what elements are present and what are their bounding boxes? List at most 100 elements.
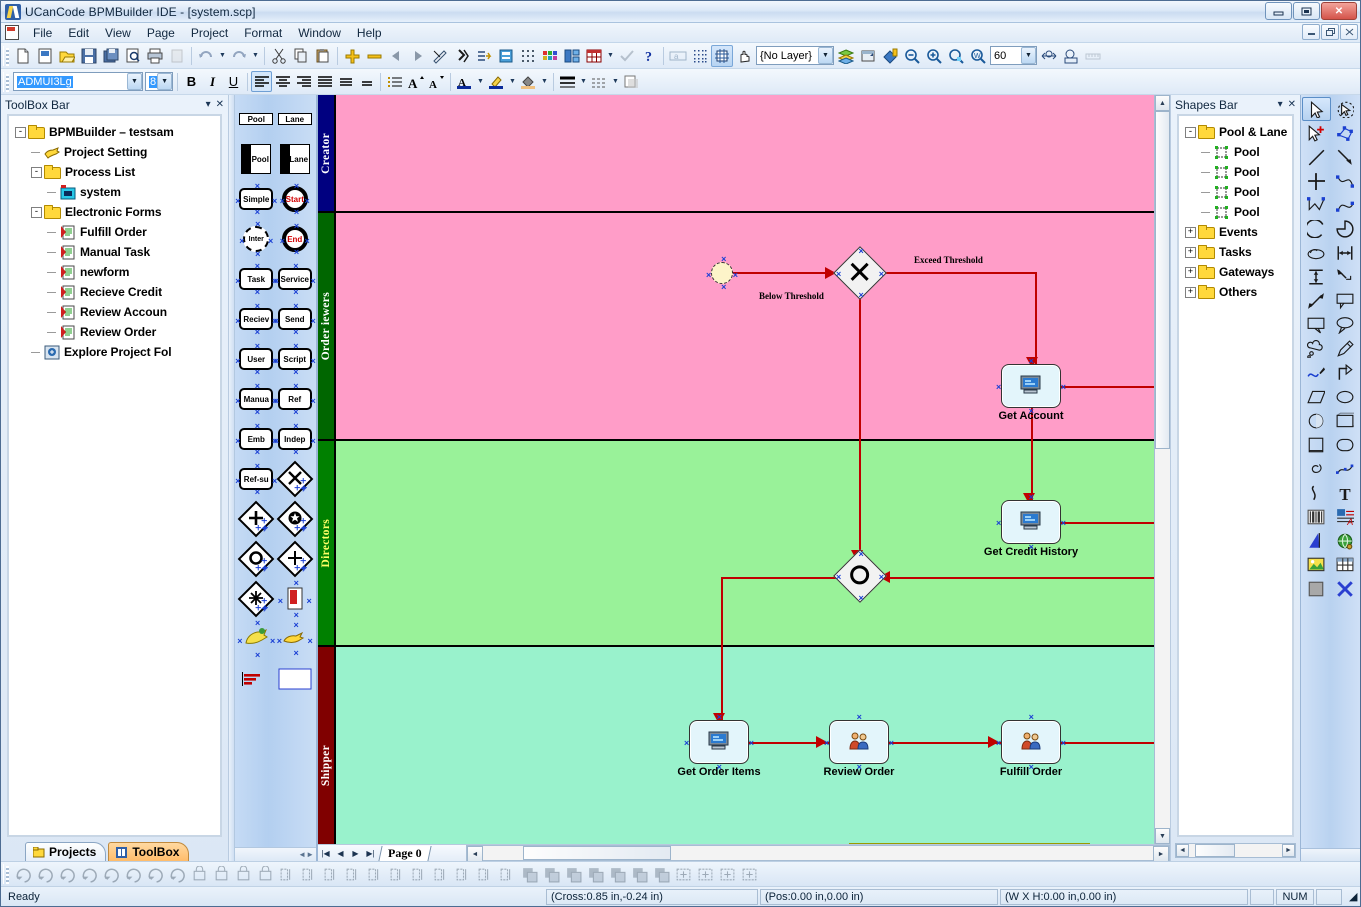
properties-icon[interactable] [495, 45, 517, 67]
align-toolbar-grip[interactable] [3, 864, 10, 884]
callout-box-icon[interactable] [1331, 289, 1360, 313]
previous-icon[interactable] [385, 45, 407, 67]
same-width-icon[interactable] [452, 863, 474, 885]
shapes-tree-item[interactable]: +Others [1181, 282, 1290, 302]
next-icon[interactable] [407, 45, 429, 67]
mdi-close-button[interactable] [1340, 24, 1358, 40]
shapes-tree-item[interactable]: +Gateways [1181, 262, 1290, 282]
annotation-view-icon[interactable]: a [667, 45, 689, 67]
project-tree-item[interactable]: Project Setting [11, 142, 218, 162]
project-tree-item[interactable]: Manual Task [11, 242, 218, 262]
sequence-flow[interactable] [1061, 522, 1154, 524]
new-document-icon[interactable] [12, 45, 34, 67]
font-size-dropdown-arrow[interactable]: ▼ [157, 73, 172, 90]
menu-item-view[interactable]: View [97, 24, 139, 42]
menu-item-file[interactable]: File [25, 24, 60, 42]
fit-bottom-icon[interactable] [738, 863, 760, 885]
tab-toolbox[interactable]: ToolBox [108, 842, 189, 861]
polyline-icon[interactable] [1302, 193, 1331, 217]
export-icon[interactable] [473, 45, 495, 67]
fit-right-icon[interactable] [694, 863, 716, 885]
stencil-item[interactable]: Lane [276, 99, 315, 139]
font-name-combo[interactable]: ADMUI3Lg ▼ [13, 72, 143, 91]
stencil-item[interactable]: ×××× [237, 579, 276, 619]
lock-icon[interactable] [232, 863, 254, 885]
fill-color-dropdown-arrow[interactable]: ▼ [539, 71, 550, 93]
shape-intersect-icon[interactable] [650, 863, 672, 885]
shapes-hscroll-track[interactable] [1189, 844, 1282, 857]
new-from-template-icon[interactable] [34, 45, 56, 67]
curve-points-icon[interactable] [1331, 169, 1360, 193]
color-palette-icon[interactable] [539, 45, 561, 67]
bring-forward-icon[interactable] [562, 863, 584, 885]
space-v-icon[interactable] [430, 863, 452, 885]
fit-top-icon[interactable] [716, 863, 738, 885]
arc-icon[interactable] [1302, 217, 1331, 241]
print-setup-icon[interactable] [166, 45, 188, 67]
vscroll-track[interactable] [1155, 111, 1170, 828]
shapes-tree-item[interactable]: Pool [1181, 142, 1290, 162]
maximize-button[interactable] [1293, 2, 1320, 20]
double-arrow-icon[interactable] [1302, 289, 1331, 313]
flip-3d-icon[interactable] [78, 863, 100, 885]
send-backward-icon[interactable] [584, 863, 606, 885]
shapes-tree-item[interactable]: Pool [1181, 162, 1290, 182]
stencil-item[interactable]: ×××× [276, 619, 315, 659]
project-tree-item[interactable]: -Process List [11, 162, 218, 182]
stencil-item[interactable]: ×××× [276, 579, 315, 619]
stencil-item[interactable]: ×××× [237, 499, 276, 539]
scroll-down-button[interactable]: ▼ [1155, 828, 1170, 844]
open-icon[interactable] [56, 45, 78, 67]
shapes-scroll-right[interactable]: ► [1282, 844, 1295, 857]
fill-gray-icon[interactable] [1302, 577, 1331, 601]
rotate-cw-icon[interactable] [100, 863, 122, 885]
first-page-button[interactable]: |◀ [318, 846, 333, 861]
center-v-icon[interactable] [386, 863, 408, 885]
align-distribute-icon[interactable] [335, 71, 356, 92]
barcode-icon[interactable] [1302, 505, 1331, 529]
measure-icon[interactable] [429, 45, 451, 67]
toolbar-grip[interactable] [3, 46, 10, 66]
sequence-flow[interactable] [859, 292, 861, 560]
stencil-item[interactable]: ×××× [237, 539, 276, 579]
align-right-icon[interactable] [293, 71, 314, 92]
shrink-font-icon[interactable]: A [426, 71, 447, 92]
rect-3d-icon[interactable] [1331, 409, 1360, 433]
save-all-icon[interactable] [100, 45, 122, 67]
stencil-item[interactable] [276, 659, 315, 699]
hscroll-left-button[interactable]: ◄ [467, 846, 483, 862]
mdi-restore-button[interactable] [1321, 24, 1339, 40]
shapes-tree-item[interactable]: -Pool & Lane [1181, 122, 1290, 142]
bring-front-icon[interactable] [518, 863, 540, 885]
line-dash-dropdown-arrow[interactable]: ▼ [610, 71, 621, 93]
rotate-right-icon[interactable] [56, 863, 78, 885]
tree-expander[interactable]: - [31, 167, 42, 178]
text-tool-icon[interactable]: T [1331, 481, 1360, 505]
menu-item-window[interactable]: Window [290, 24, 349, 42]
font-color-icon[interactable]: A [454, 71, 475, 92]
canvas-vscrollbar[interactable]: ▲ ▼ [1154, 95, 1170, 844]
grid-snap-icon[interactable] [517, 45, 539, 67]
task-review-order[interactable]: Review Order×××× [829, 720, 889, 764]
image-icon[interactable] [1302, 553, 1331, 577]
menu-item-project[interactable]: Project [183, 24, 236, 42]
same-size-icon[interactable] [496, 863, 518, 885]
pencil-icon[interactable] [1331, 337, 1360, 361]
next-page-button[interactable]: ▶ [348, 846, 363, 861]
rotate-icon[interactable] [12, 863, 34, 885]
task-fulfill-order[interactable]: Fulfill Order×××× [1001, 720, 1061, 764]
prev-page-button[interactable]: ◀ [333, 846, 348, 861]
zoom-dropdown-arrow[interactable]: ▼ [1021, 47, 1036, 64]
flip-v-icon[interactable] [144, 863, 166, 885]
align-right-icon[interactable] [342, 863, 364, 885]
project-tree-item[interactable]: Review Order [11, 322, 218, 342]
stencil-item[interactable]: ×××× [276, 539, 315, 579]
shapes-tree-item[interactable]: Pool [1181, 202, 1290, 222]
stencil-item[interactable]: Indep×××× [276, 419, 315, 459]
task-get-account[interactable]: Get Account×××× [1001, 364, 1061, 408]
stencil-item[interactable]: Reciev×××× [237, 299, 276, 339]
sequence-flow[interactable] [1035, 272, 1037, 364]
stencil-item[interactable]: End×××× [276, 219, 315, 259]
font-size-combo[interactable]: 8 ▼ [145, 72, 173, 91]
line-style-dropdown-arrow[interactable]: ▼ [578, 71, 589, 93]
